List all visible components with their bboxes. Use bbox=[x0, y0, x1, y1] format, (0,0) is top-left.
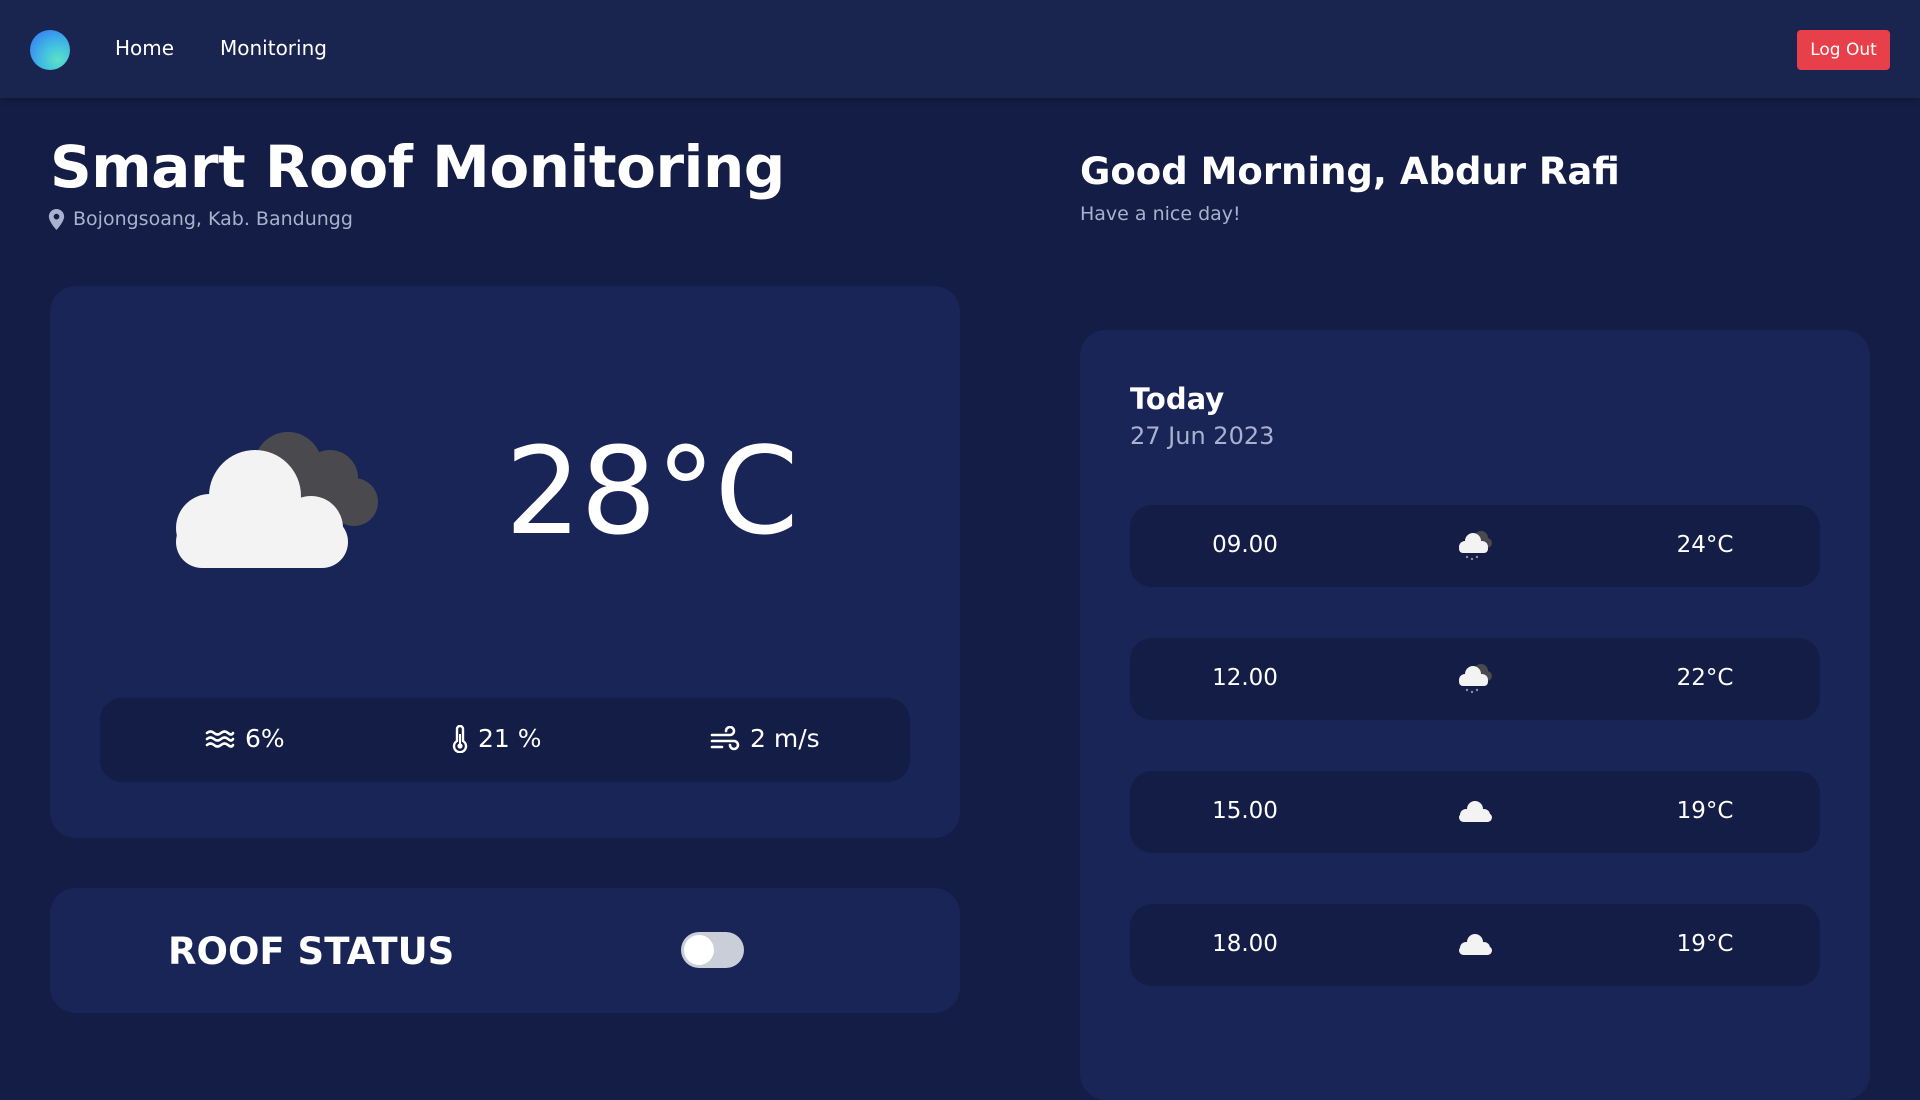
cloud-icon bbox=[1459, 934, 1492, 955]
stat-wind-speed: 2 m/s bbox=[710, 724, 820, 753]
forecast-card: Today 27 Jun 2023 09.00 24°C 12.00 22°C … bbox=[1080, 330, 1870, 1100]
cloud-icon bbox=[1459, 801, 1492, 822]
thermometer-icon bbox=[452, 724, 468, 753]
forecast-time: 12.00 bbox=[1212, 665, 1278, 691]
forecast-time: 09.00 bbox=[1212, 532, 1278, 558]
forecast-row: 09.00 24°C bbox=[1130, 505, 1820, 587]
forecast-row: 12.00 22°C bbox=[1130, 638, 1820, 720]
roof-status-card: ROOF STATUS bbox=[50, 888, 960, 1013]
stat-humidity: 21 % bbox=[452, 724, 542, 753]
location: Bojongsoang, Kab. Bandungg bbox=[48, 208, 353, 230]
rain-cloud-icon bbox=[1459, 664, 1492, 694]
greeting-subtitle: Have a nice day! bbox=[1080, 203, 1241, 225]
roof-status-toggle[interactable] bbox=[681, 932, 744, 968]
logout-button[interactable]: Log Out bbox=[1797, 30, 1890, 70]
nav-monitoring-link[interactable]: Monitoring bbox=[220, 36, 327, 60]
forecast-row: 18.00 19°C bbox=[1130, 904, 1820, 986]
forecast-row: 15.00 19°C bbox=[1130, 771, 1820, 853]
nav-home-link[interactable]: Home bbox=[115, 36, 174, 60]
forecast-title: Today bbox=[1130, 382, 1225, 416]
stat-wind-percent: 6% bbox=[205, 724, 285, 753]
location-text: Bojongsoang, Kab. Bandungg bbox=[73, 208, 353, 230]
page-title: Smart Roof Monitoring bbox=[50, 133, 785, 201]
forecast-temp: 19°C bbox=[1676, 931, 1734, 957]
toggle-knob bbox=[684, 935, 714, 965]
cloudy-icon bbox=[176, 432, 378, 568]
wind-waves-icon bbox=[205, 729, 235, 748]
wind-speed-icon bbox=[710, 725, 740, 750]
forecast-date: 27 Jun 2023 bbox=[1130, 422, 1275, 450]
stat-value: 2 m/s bbox=[750, 724, 820, 753]
stat-value: 21 % bbox=[478, 724, 542, 753]
navbar: Home Monitoring Log Out bbox=[0, 0, 1920, 98]
forecast-temp: 22°C bbox=[1676, 665, 1734, 691]
roof-status-label: ROOF STATUS bbox=[168, 930, 455, 973]
weather-stats-bar: 6% 21 % 2 m/s bbox=[100, 698, 910, 782]
forecast-temp: 19°C bbox=[1676, 798, 1734, 824]
forecast-time: 15.00 bbox=[1212, 798, 1278, 824]
logo-icon[interactable] bbox=[30, 30, 70, 70]
forecast-temp: 24°C bbox=[1676, 532, 1734, 558]
greeting-title: Good Morning, Abdur Rafi bbox=[1080, 150, 1620, 193]
rain-cloud-icon bbox=[1459, 531, 1492, 561]
current-weather-card: 28°C 6% 21 % 2 m/s bbox=[50, 286, 960, 838]
map-pin-icon bbox=[48, 208, 65, 230]
current-temperature: 28°C bbox=[505, 423, 798, 562]
stat-value: 6% bbox=[245, 724, 285, 753]
forecast-time: 18.00 bbox=[1212, 931, 1278, 957]
